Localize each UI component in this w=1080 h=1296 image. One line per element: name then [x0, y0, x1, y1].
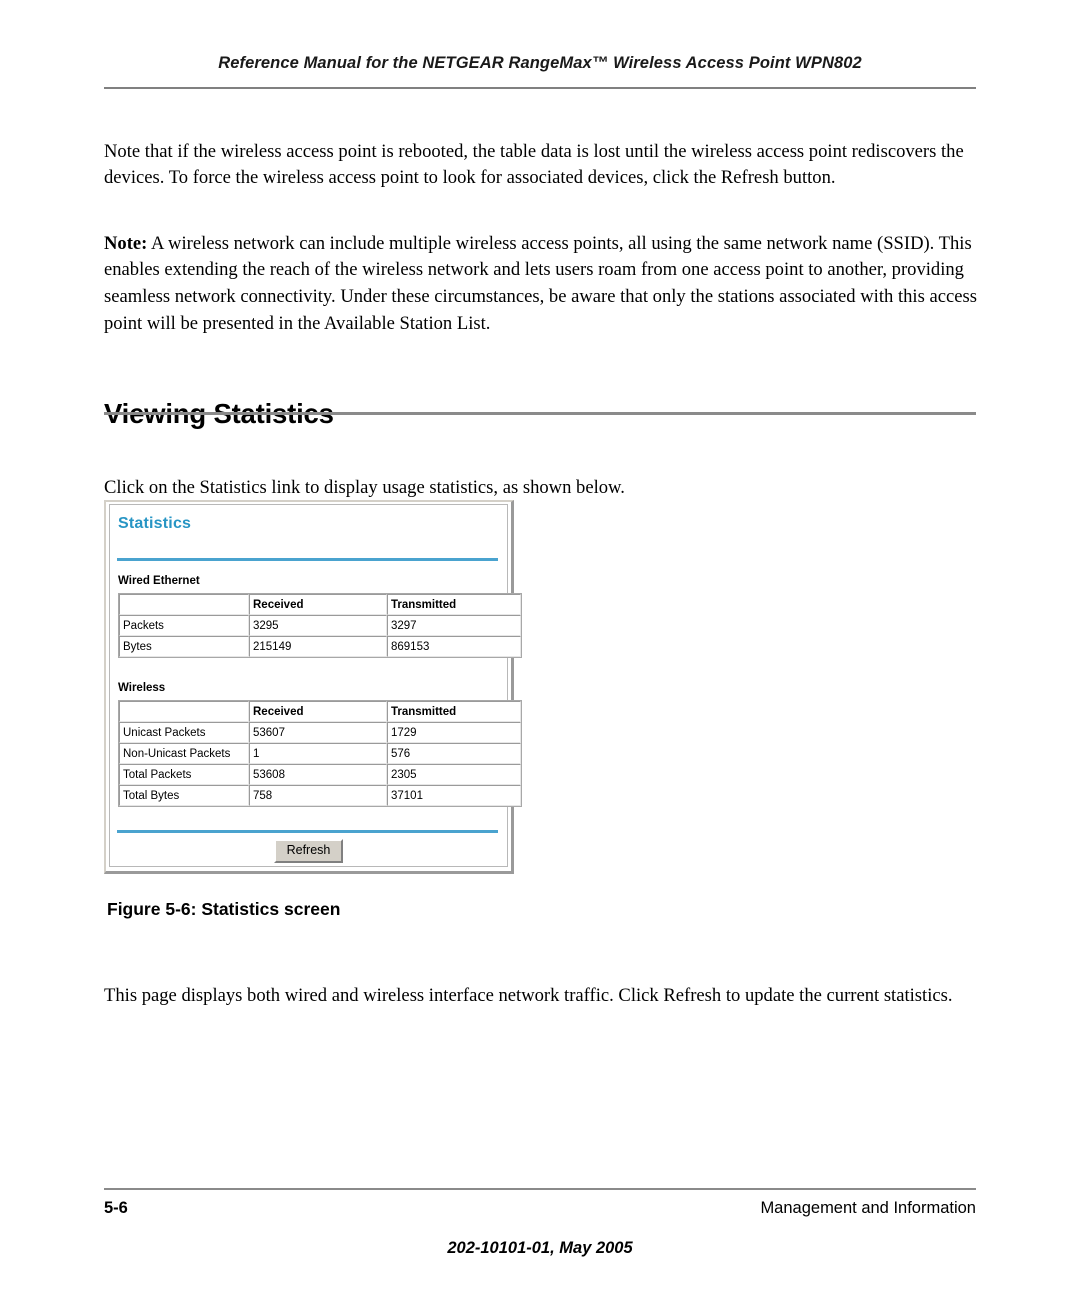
- wired-ethernet-group-label: Wired Ethernet: [118, 575, 200, 587]
- footer-chapter-title: Management and Information: [760, 1199, 976, 1217]
- statistics-screen-panel: Statistics Wired Ethernet Received Trans…: [109, 504, 522, 867]
- table-row: Total Bytes 758 37101: [119, 785, 521, 806]
- table-row: Non-Unicast Packets 1 576: [119, 743, 521, 764]
- paragraph-note-block: Note: A wireless network can include mul…: [104, 231, 978, 338]
- panel-top-divider: [117, 558, 498, 561]
- row-label: Total Bytes: [119, 785, 249, 806]
- header-divider-rule: [104, 87, 976, 89]
- table-row: Bytes 215149 869153: [119, 636, 521, 657]
- column-header-received: Received: [249, 594, 387, 615]
- row-label: Total Packets: [119, 764, 249, 785]
- wired-ethernet-table: Received Transmitted Packets 3295 3297 B…: [118, 593, 522, 658]
- cell-transmitted: 1729: [387, 722, 521, 743]
- cell-transmitted: 37101: [387, 785, 521, 806]
- note-body-text: A wireless network can include multiple …: [104, 232, 977, 334]
- paragraph-page-displays: This page displays both wired and wirele…: [104, 984, 953, 1006]
- row-label: Bytes: [119, 636, 249, 657]
- cell-transmitted: 869153: [387, 636, 521, 657]
- column-header-transmitted: Transmitted: [387, 701, 521, 722]
- column-header-received: Received: [249, 701, 387, 722]
- footer-divider-rule: [104, 1188, 976, 1190]
- figure-caption: Figure 5-6: Statistics screen: [107, 899, 341, 919]
- table-row: Total Packets 53608 2305: [119, 764, 521, 785]
- footer-page-number: 5-6: [104, 1199, 128, 1217]
- table-header-row: Received Transmitted: [119, 594, 521, 615]
- row-label: Packets: [119, 615, 249, 636]
- note-label: Note:: [104, 232, 148, 254]
- cell-received: 3295: [249, 615, 387, 636]
- running-header-title: Reference Manual for the NETGEAR RangeMa…: [218, 54, 862, 72]
- cell-transmitted: 576: [387, 743, 521, 764]
- wireless-table: Received Transmitted Unicast Packets 536…: [118, 700, 522, 807]
- cell-received: 215149: [249, 636, 387, 657]
- wireless-group-label: Wireless: [118, 682, 166, 694]
- refresh-button-container: Refresh: [110, 839, 507, 863]
- table-row: Unicast Packets 53607 1729: [119, 722, 521, 743]
- statistics-screen-figure: Statistics Wired Ethernet Received Trans…: [104, 500, 522, 874]
- panel-bottom-divider: [117, 830, 498, 833]
- paragraph-reboot-note: Note that if the wireless access point i…: [104, 140, 964, 189]
- column-header-transmitted: Transmitted: [387, 594, 521, 615]
- table-row: Packets 3295 3297: [119, 615, 521, 636]
- row-label: Non-Unicast Packets: [119, 743, 249, 764]
- cell-transmitted: 2305: [387, 764, 521, 785]
- column-header-blank: [119, 701, 249, 722]
- statistics-panel-title: Statistics: [118, 515, 192, 532]
- document-page: Reference Manual for the NETGEAR RangeMa…: [0, 0, 1080, 1296]
- cell-received: 758: [249, 785, 387, 806]
- cell-received: 53607: [249, 722, 387, 743]
- paragraph-click-statistics-link: Click on the Statistics link to display …: [104, 476, 625, 498]
- cell-received: 53608: [249, 764, 387, 785]
- footer-document-id: 202-10101-01, May 2005: [447, 1239, 633, 1257]
- table-header-row: Received Transmitted: [119, 701, 521, 722]
- row-label: Unicast Packets: [119, 722, 249, 743]
- cell-transmitted: 3297: [387, 615, 521, 636]
- refresh-button[interactable]: Refresh: [273, 839, 344, 863]
- section-heading-rule: [104, 412, 976, 415]
- cell-received: 1: [249, 743, 387, 764]
- column-header-blank: [119, 594, 249, 615]
